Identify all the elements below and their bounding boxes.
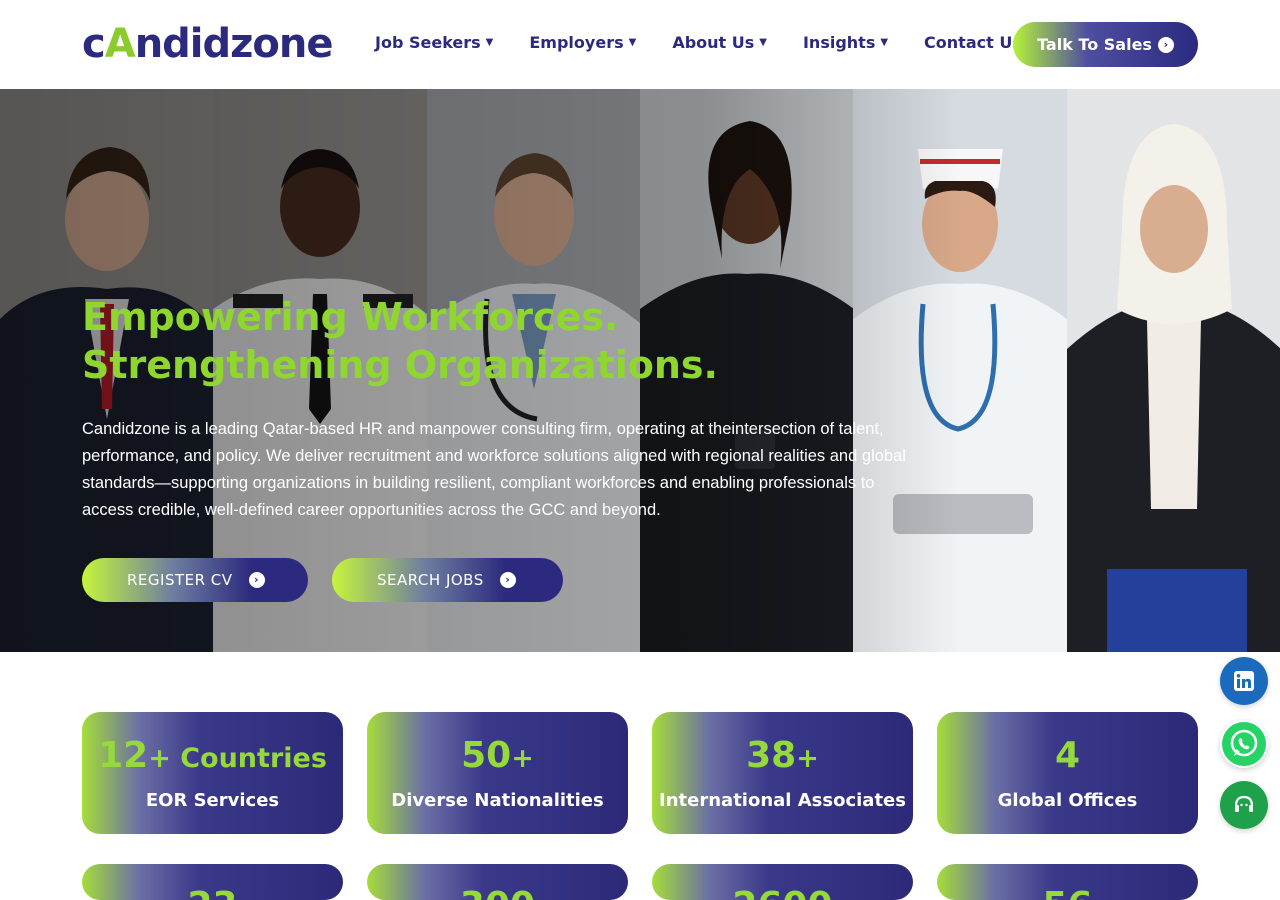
nav-item-about-us[interactable]: About Us ▼ bbox=[672, 33, 767, 52]
stat-card: 38+ International Associates bbox=[652, 712, 913, 834]
chevron-right-circle-icon: › bbox=[248, 572, 265, 588]
stat-label: Diverse Nationalities bbox=[391, 790, 604, 811]
stat-card: 23 bbox=[82, 864, 343, 900]
hero-description: Candidzone is a leading Qatar-based HR a… bbox=[82, 420, 906, 519]
stat-card: 12+ Countries EOR Services bbox=[82, 712, 343, 834]
caret-down-icon: ▼ bbox=[485, 37, 494, 48]
nav-label: Insights bbox=[802, 33, 876, 52]
search-jobs-button[interactable]: SEARCH JOBS › bbox=[332, 558, 563, 602]
stat-value: 23 bbox=[82, 884, 343, 900]
talk-to-sales-button[interactable]: Talk To Sales › bbox=[1013, 22, 1198, 67]
site-header: c Andidzone Job Seekers ▼ Employers ▼ Abo… bbox=[0, 0, 1280, 89]
hero-title: Empowering Workforces. Strengthening Org… bbox=[82, 295, 718, 387]
main-nav: Job Seekers ▼ Employers ▼ About Us ▼ Ins… bbox=[375, 33, 1022, 52]
linkedin-icon bbox=[1234, 671, 1254, 691]
register-cv-button[interactable]: REGISTER CV › bbox=[82, 558, 308, 602]
caret-down-icon: ▼ bbox=[880, 37, 889, 48]
caret-down-icon: ▼ bbox=[628, 37, 637, 48]
stat-value: 2600 bbox=[652, 884, 913, 900]
candidzone-logo[interactable]: c Andidzone bbox=[82, 21, 334, 67]
stat-card: 50+ Diverse Nationalities bbox=[367, 712, 628, 834]
search-jobs-label: SEARCH JOBS bbox=[377, 571, 484, 589]
hero-section: Empowering Workforces. Strengthening Org… bbox=[0, 89, 1280, 652]
stat-value: 300 bbox=[367, 884, 628, 900]
caret-down-icon: ▼ bbox=[759, 37, 767, 48]
stat-card: 300 bbox=[367, 864, 628, 900]
nav-item-employers[interactable]: Employers ▼ bbox=[529, 33, 636, 52]
whatsapp-button[interactable] bbox=[1220, 720, 1268, 768]
chevron-right-circle-icon: › bbox=[1157, 36, 1174, 53]
chevron-right-circle-icon: › bbox=[499, 572, 516, 588]
logo-text-accent: A bbox=[104, 21, 136, 67]
stat-value: 4 bbox=[1054, 735, 1081, 776]
stat-card: 56 bbox=[937, 864, 1198, 900]
nav-item-insights[interactable]: Insights ▼ bbox=[803, 33, 888, 52]
nav-label: Job Seekers bbox=[375, 33, 481, 52]
nav-label: Employers bbox=[529, 33, 624, 52]
stat-label: EOR Services bbox=[145, 790, 280, 811]
talk-to-sales-label: Talk To Sales bbox=[1037, 35, 1152, 54]
support-button[interactable] bbox=[1220, 781, 1268, 829]
stat-value: 56 bbox=[937, 884, 1198, 900]
whatsapp-icon bbox=[1222, 722, 1266, 766]
logo-text-start: c bbox=[82, 21, 106, 67]
stat-label: Global Offices bbox=[997, 790, 1138, 811]
logo-text-end: ndidzone bbox=[134, 21, 334, 67]
stat-card: 2600 bbox=[652, 864, 913, 900]
headset-icon bbox=[1234, 795, 1254, 812]
stat-value: 50+ bbox=[461, 735, 534, 776]
linkedin-button[interactable] bbox=[1220, 657, 1268, 705]
stat-label: International Associates bbox=[659, 790, 906, 811]
stat-value: 38+ bbox=[746, 735, 819, 776]
nav-label: About Us bbox=[672, 33, 755, 52]
stat-value: 12+ Countries bbox=[98, 735, 327, 776]
stat-card: 4 Global Offices bbox=[937, 712, 1198, 834]
nav-item-job-seekers[interactable]: Job Seekers ▼ bbox=[375, 33, 493, 52]
nav-item-contact-us[interactable]: Contact Us bbox=[924, 33, 1022, 52]
register-cv-label: REGISTER CV bbox=[127, 571, 233, 589]
nav-label: Contact Us bbox=[924, 33, 1022, 52]
